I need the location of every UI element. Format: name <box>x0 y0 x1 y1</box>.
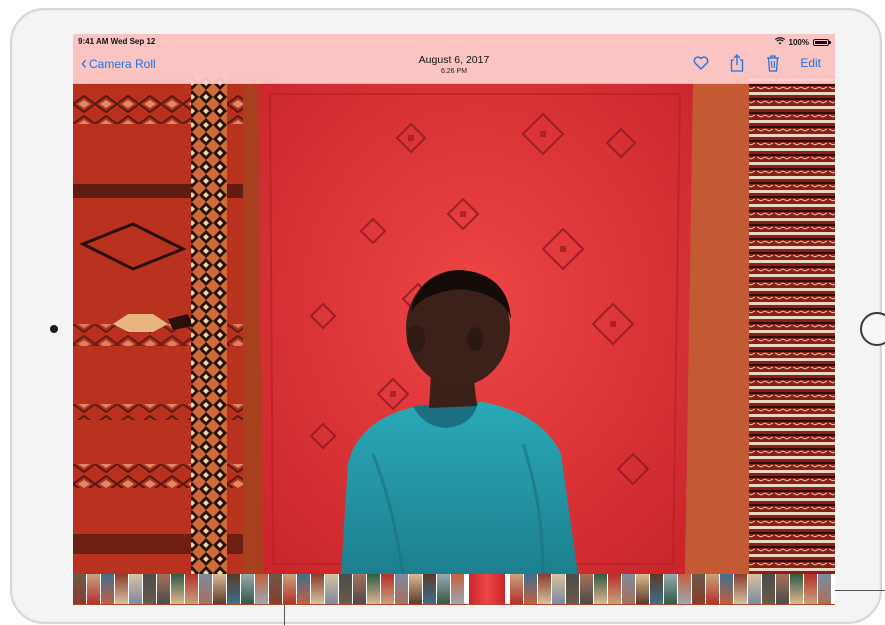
filmstrip-thumbnail[interactable] <box>678 574 691 604</box>
nav-actions: Edit <box>692 54 821 72</box>
filmstrip-thumbnail[interactable] <box>538 574 551 604</box>
edit-button[interactable]: Edit <box>800 56 821 70</box>
filmstrip-thumbnail[interactable] <box>762 574 775 604</box>
filmstrip-thumbnail[interactable] <box>437 574 450 604</box>
filmstrip-current-thumbnail[interactable] <box>469 574 505 604</box>
filmstrip-thumbnail[interactable] <box>311 574 324 604</box>
filmstrip-thumbnail[interactable] <box>423 574 436 604</box>
filmstrip-thumbnail[interactable] <box>395 574 408 604</box>
filmstrip-thumbnail[interactable] <box>213 574 226 604</box>
filmstrip-thumbnail[interactable] <box>510 574 523 604</box>
status-right: 100% <box>774 37 831 47</box>
filmstrip-thumbnail[interactable] <box>241 574 254 604</box>
filmstrip-thumbnail[interactable] <box>115 574 128 604</box>
filmstrip-thumbnail[interactable] <box>720 574 733 604</box>
filmstrip-thumbnail[interactable] <box>227 574 240 604</box>
filmstrip-thumbnail[interactable] <box>706 574 719 604</box>
filmstrip-thumbnail[interactable] <box>818 574 831 604</box>
filmstrip-thumbnail[interactable] <box>664 574 677 604</box>
photo-view[interactable] <box>73 34 835 605</box>
filmstrip-thumbnail[interactable] <box>255 574 268 604</box>
filmstrip-thumbnail[interactable] <box>283 574 296 604</box>
filmstrip-thumbnail[interactable] <box>692 574 705 604</box>
status-bar: 9:41 AM Wed Sep 12 100% <box>73 34 835 48</box>
filmstrip-thumbnail[interactable] <box>580 574 593 604</box>
filmstrip-thumbnail[interactable] <box>101 574 114 604</box>
heart-icon[interactable] <box>692 54 710 72</box>
filmstrip-thumbnail[interactable] <box>325 574 338 604</box>
wifi-icon <box>774 37 785 47</box>
navigation-bar: 9:41 AM Wed Sep 12 100% ‹ Camera Roll Au… <box>73 34 835 84</box>
screen: 9:41 AM Wed Sep 12 100% ‹ Camera Roll Au… <box>73 34 835 605</box>
filmstrip-thumbnail[interactable] <box>734 574 747 604</box>
filmstrip-thumbnail[interactable] <box>622 574 635 604</box>
filmstrip-thumbnail[interactable] <box>409 574 422 604</box>
filmstrip-thumbnail[interactable] <box>636 574 649 604</box>
filmstrip-thumbnail[interactable] <box>73 574 86 604</box>
filmstrip-thumbnail[interactable] <box>199 574 212 604</box>
filmstrip-thumbnail[interactable] <box>185 574 198 604</box>
home-button[interactable] <box>860 312 885 346</box>
filmstrip-thumbnail[interactable] <box>129 574 142 604</box>
filmstrip-thumbnail[interactable] <box>650 574 663 604</box>
thumbnail-filmstrip[interactable] <box>73 574 835 604</box>
filmstrip-thumbnail[interactable] <box>157 574 170 604</box>
filmstrip-thumbnail[interactable] <box>297 574 310 604</box>
status-time-date: 9:41 AM Wed Sep 12 <box>78 37 156 46</box>
filmstrip-thumbnail[interactable] <box>790 574 803 604</box>
filmstrip-thumbnail[interactable] <box>339 574 352 604</box>
filmstrip-thumbnail[interactable] <box>353 574 366 604</box>
filmstrip-thumbnail[interactable] <box>87 574 100 604</box>
share-icon[interactable] <box>728 54 746 72</box>
filmstrip-thumbnail[interactable] <box>566 574 579 604</box>
callout-line-right <box>835 590 885 591</box>
filmstrip-thumbnail[interactable] <box>451 574 464 604</box>
front-camera <box>50 325 58 333</box>
filmstrip-thumbnail[interactable] <box>608 574 621 604</box>
callout-line-bottom <box>284 604 285 625</box>
filmstrip-thumbnail[interactable] <box>804 574 817 604</box>
filmstrip-thumbnail[interactable] <box>381 574 394 604</box>
filmstrip-thumbnail[interactable] <box>594 574 607 604</box>
battery-percent: 100% <box>788 37 809 47</box>
battery-icon <box>813 38 831 46</box>
filmstrip-thumbnail[interactable] <box>143 574 156 604</box>
filmstrip-thumbnail[interactable] <box>524 574 537 604</box>
filmstrip-thumbnail[interactable] <box>171 574 184 604</box>
filmstrip-thumbnail[interactable] <box>748 574 761 604</box>
filmstrip-thumbnail[interactable] <box>269 574 282 604</box>
filmstrip-thumbnail[interactable] <box>552 574 565 604</box>
filmstrip-thumbnail[interactable] <box>776 574 789 604</box>
trash-icon[interactable] <box>764 54 782 72</box>
filmstrip-thumbnail[interactable] <box>367 574 380 604</box>
